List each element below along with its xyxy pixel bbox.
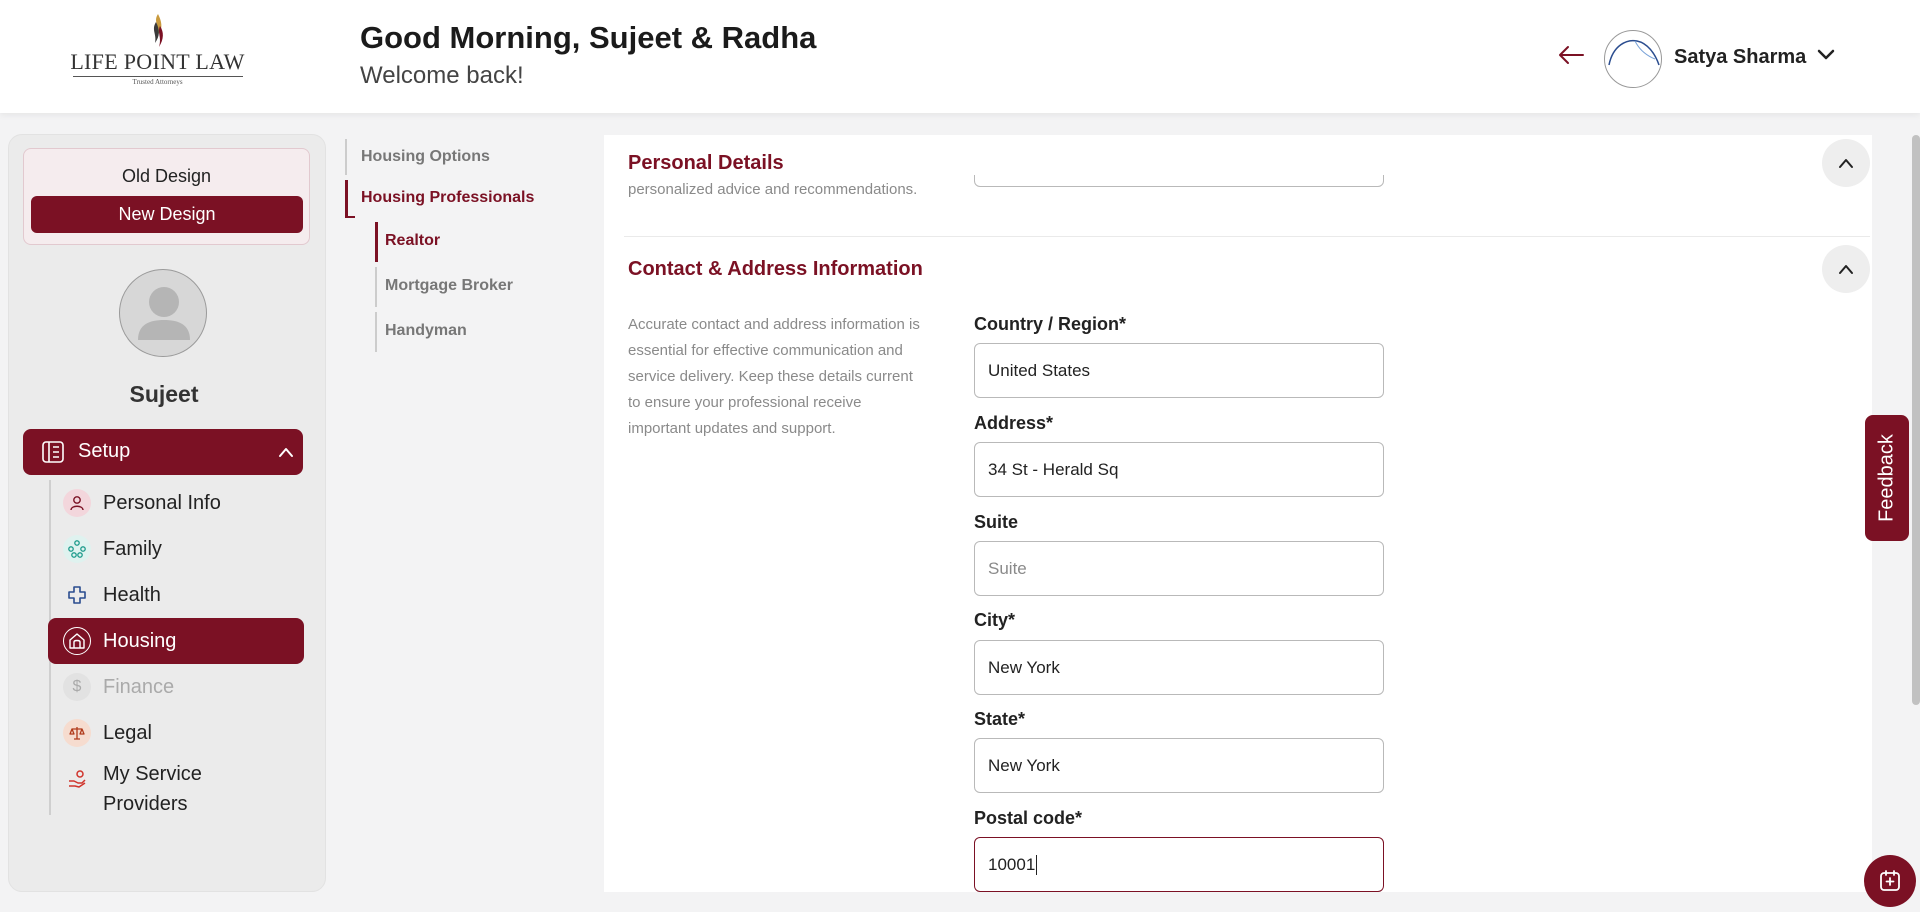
subnav-active-bar <box>345 180 348 216</box>
contact-address-title: Contact & Address Information <box>628 258 923 280</box>
postal-code-label: Postal code* <box>974 808 1083 828</box>
state-label: State* <box>974 709 1026 729</box>
calendar-add-icon <box>1880 870 1900 891</box>
chevron-up-icon <box>279 448 293 457</box>
personal-details-partial-text: personalized advice and recommendations. <box>628 181 918 198</box>
logo-tagline: Trusted Attorneys <box>132 78 183 86</box>
personal-details-title: Personal Details <box>628 152 784 174</box>
person-icon <box>63 489 91 517</box>
sidebar-item-label: Finance <box>103 676 175 698</box>
address-label: Address* <box>974 413 1054 433</box>
avatar-image-icon <box>1608 39 1660 66</box>
service-providers-icon <box>63 765 91 793</box>
sidebar-item-health[interactable]: Health <box>48 572 304 618</box>
page-scrollbar[interactable] <box>1912 135 1920 705</box>
suite-field[interactable]: Suite <box>974 541 1384 596</box>
subnav-bar <box>375 267 377 307</box>
feedback-label: Feedback <box>1875 434 1898 522</box>
country-label: Country / Region* <box>974 314 1126 334</box>
text-caret <box>1036 854 1038 875</box>
sidebar-item-label: Legal <box>103 722 152 744</box>
postal-code-field[interactable]: 10001 <box>974 837 1384 892</box>
sidebar-item-personal-info[interactable]: Personal Info <box>48 480 304 526</box>
old-design-button[interactable]: Old Design <box>24 166 309 187</box>
main-content: personalized advice and recommendations.… <box>604 135 1872 892</box>
chevron-up-icon <box>1839 265 1853 274</box>
logo-name: LIFE POINT LAW <box>70 49 245 74</box>
subnav-connector <box>345 216 355 218</box>
sidebar-item-housing[interactable]: Housing <box>48 618 304 664</box>
calendar-add-button[interactable] <box>1864 855 1916 907</box>
sidebar-item-family[interactable]: Family <box>48 526 304 572</box>
health-cross-icon <box>63 581 91 609</box>
subnav-mortgage-broker[interactable]: Mortgage Broker <box>385 277 513 295</box>
setup-menu-button[interactable]: Setup <box>23 429 303 475</box>
person-placeholder-icon <box>138 287 190 340</box>
subnav-realtor-bar <box>375 222 378 262</box>
logo-divider <box>72 76 243 77</box>
subnav-bar <box>345 139 347 175</box>
feedback-tab[interactable]: Feedback <box>1865 415 1909 541</box>
profile-name: Sujeet <box>129 381 199 407</box>
new-design-button[interactable]: New Design <box>31 196 303 233</box>
logo[interactable]: LIFE POINT LAW Trusted Attorneys <box>70 14 245 92</box>
subnav-handyman[interactable]: Handyman <box>385 322 467 340</box>
city-label: City* <box>974 610 1016 630</box>
sidebar-item-label: Personal Info <box>103 492 221 514</box>
dollar-icon: $ <box>63 673 91 701</box>
home-icon <box>63 627 91 655</box>
state-field[interactable]: New York <box>974 738 1384 793</box>
design-toggle: Old Design New Design <box>23 148 310 245</box>
sidebar-item-label: My Service Providers <box>103 763 202 815</box>
profile-avatar[interactable] <box>119 269 207 357</box>
chevron-up-icon <box>1839 159 1853 168</box>
flame-logo-icon <box>153 14 163 47</box>
postal-code-value: 10001 <box>988 854 1036 874</box>
subnav-bar <box>375 312 377 352</box>
user-avatar[interactable] <box>1604 30 1662 88</box>
contact-address-collapse-button[interactable] <box>1822 245 1870 293</box>
family-icon <box>63 535 91 563</box>
contact-address-description: Accurate contact and address information… <box>628 316 920 437</box>
sidebar: Old Design New Design Sujeet Setup Perso… <box>8 134 326 892</box>
section-divider <box>624 236 1870 237</box>
country-field[interactable]: United States <box>974 343 1384 398</box>
header: LIFE POINT LAW Trusted Attorneys Good Mo… <box>0 0 1920 113</box>
welcome-subtitle: Welcome back! <box>360 62 524 89</box>
sidebar-item-legal[interactable]: Legal <box>48 710 304 756</box>
scales-icon <box>63 719 91 747</box>
back-arrow-icon[interactable] <box>1557 44 1585 66</box>
user-name[interactable]: Satya Sharma <box>1674 46 1806 69</box>
setup-list-icon <box>42 441 64 463</box>
subnav-housing-professionals[interactable]: Housing Professionals <box>361 189 534 207</box>
city-field[interactable]: New York <box>974 640 1384 695</box>
suite-label: Suite <box>974 512 1019 532</box>
subnav-housing-options[interactable]: Housing Options <box>361 148 490 166</box>
address-field[interactable]: 34 St - Herald Sq <box>974 442 1384 497</box>
subnav-realtor[interactable]: Realtor <box>385 232 440 250</box>
chevron-down-icon[interactable] <box>1816 48 1836 62</box>
sidebar-item-finance[interactable]: $ Finance <box>48 664 304 710</box>
greeting-title: Good Morning, Sujeet & Radha <box>360 20 817 55</box>
section-header-bg <box>604 135 1872 175</box>
sidebar-item-label: Housing <box>103 630 177 652</box>
sidebar-item-label: Health <box>103 584 161 606</box>
sidebar-item-label: Family <box>103 538 162 560</box>
setup-label: Setup <box>78 440 131 462</box>
sidebar-item-my-service-providers[interactable]: My Service Providers <box>48 756 304 818</box>
personal-details-collapse-button[interactable] <box>1822 139 1870 187</box>
